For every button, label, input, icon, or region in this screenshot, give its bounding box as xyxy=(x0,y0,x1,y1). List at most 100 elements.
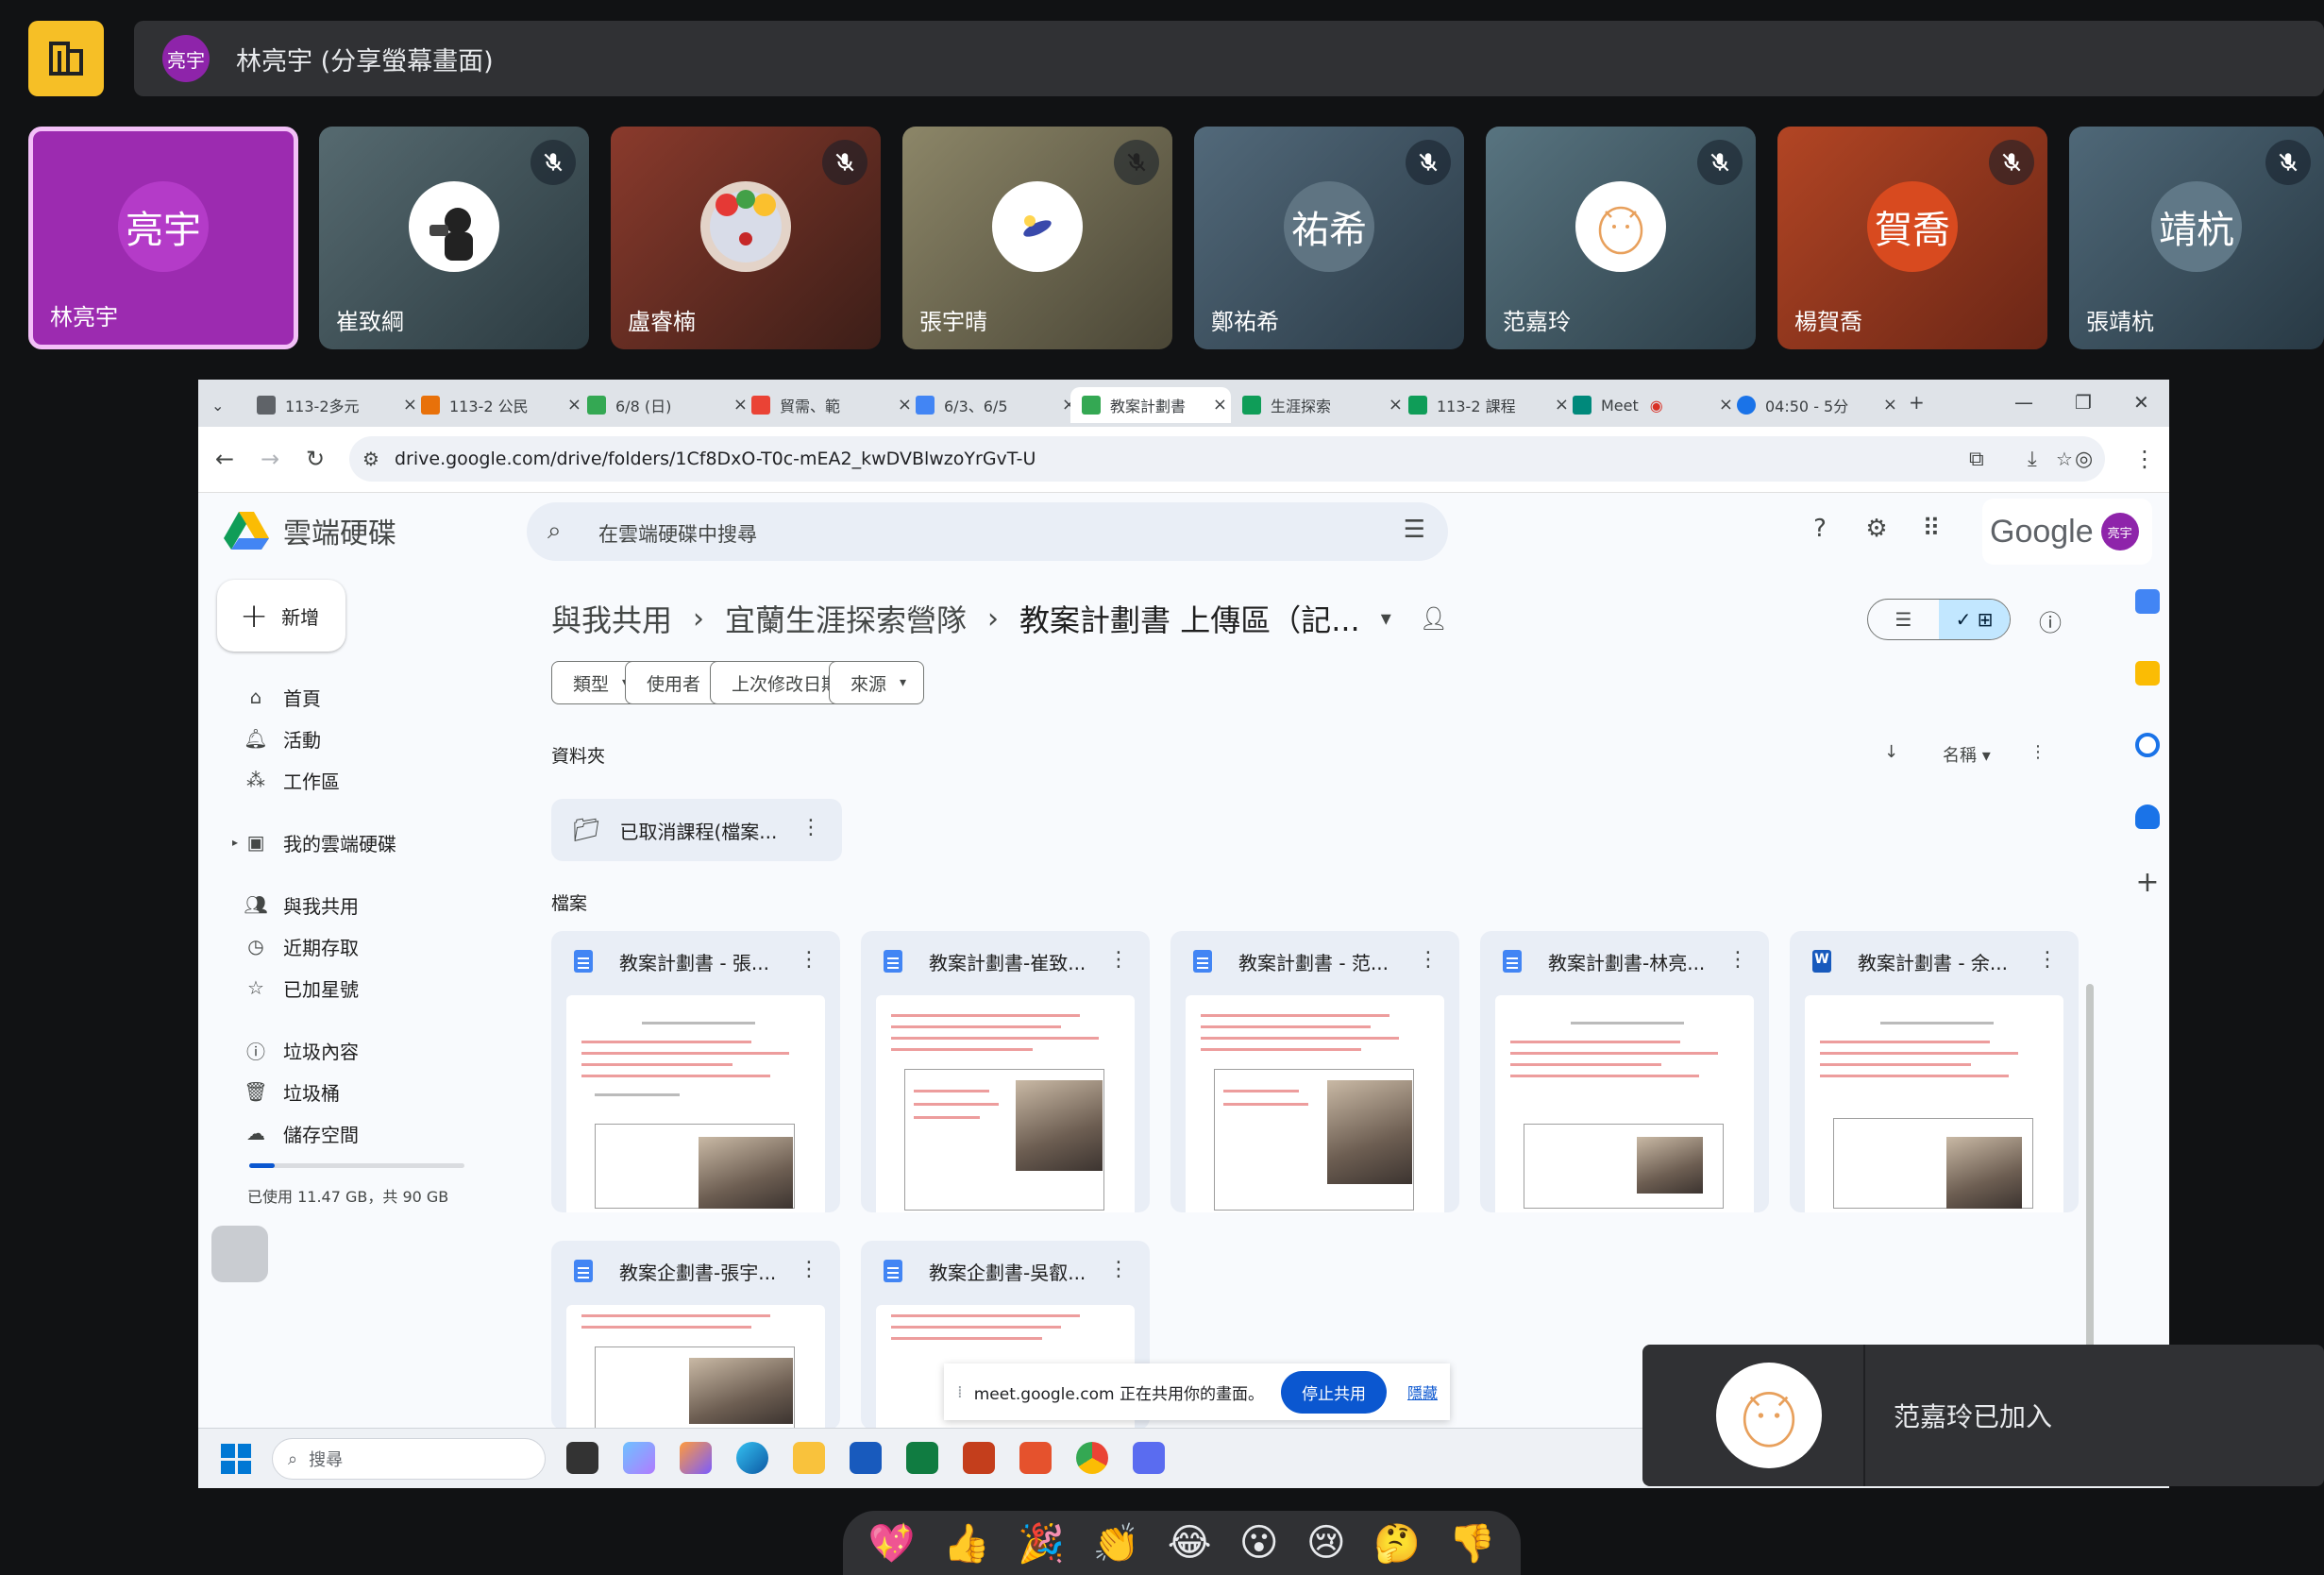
drive-logo[interactable]: 雲端硬碟 xyxy=(223,510,396,551)
keep-icon[interactable] xyxy=(2135,661,2160,686)
sidebar-item-home[interactable]: ⌂ 首頁 xyxy=(242,680,321,714)
file-card[interactable]: 教案計劃書-崔致... ⋮ xyxy=(861,931,1150,1212)
close-icon[interactable]: × xyxy=(1555,395,1569,415)
reaction-thinking-button[interactable]: 🤔 xyxy=(1373,1521,1421,1566)
contacts-icon[interactable] xyxy=(2135,804,2160,829)
grid-view-icon[interactable]: ✓ ⊞ xyxy=(1939,600,2010,639)
word-icon[interactable] xyxy=(850,1442,882,1474)
participant-tile[interactable]: 崔致綱 xyxy=(319,127,589,349)
participant-tile[interactable]: 祐希 鄭祐希 xyxy=(1194,127,1464,349)
more-options-icon[interactable]: ⋮ xyxy=(2037,948,2058,972)
participant-tile[interactable]: 張宇晴 xyxy=(902,127,1172,349)
extensions-icon[interactable]: ⧉ xyxy=(1969,448,1984,471)
reaction-thumbs-up-button[interactable]: 👍 xyxy=(943,1521,990,1566)
reaction-surprised-button[interactable]: 😮 xyxy=(1239,1521,1279,1565)
stop-sharing-button[interactable]: 停止共用 xyxy=(1280,1370,1387,1414)
list-view-icon[interactable]: ☰ xyxy=(1868,600,1939,639)
new-button[interactable]: + 新增 xyxy=(217,580,345,652)
sublime-icon[interactable] xyxy=(1019,1442,1052,1474)
search-options-icon[interactable]: ☰ xyxy=(1404,516,1425,544)
file-card[interactable]: W 教案計劃書 - 余... ⋮ xyxy=(1790,931,2079,1212)
hide-link[interactable]: 隱藏 xyxy=(1407,1380,1438,1403)
participant-tile[interactable]: 范嘉玲 xyxy=(1486,127,1756,349)
sidebar-item-recent[interactable]: ◷ 近期存取 xyxy=(242,929,359,963)
more-options-icon[interactable]: ⋮ xyxy=(1108,1258,1129,1281)
chevron-down-icon[interactable]: ▾ xyxy=(1381,607,1391,631)
excel-icon[interactable] xyxy=(906,1442,938,1474)
browser-tab[interactable]: 113-2 公民 × xyxy=(421,387,585,423)
back-icon[interactable]: ← xyxy=(215,446,234,472)
close-icon[interactable]: × xyxy=(898,395,912,415)
reaction-thumbs-down-button[interactable]: 👎 xyxy=(1448,1521,1495,1566)
taskbar-search-input[interactable]: ⌕ 搜尋 xyxy=(272,1438,546,1480)
sidebar-item-workspaces[interactable]: ⁂ 工作區 xyxy=(242,763,340,797)
participant-tile[interactable]: 賀喬 楊賀喬 xyxy=(1777,127,2047,349)
breadcrumb-item[interactable]: 宜蘭生涯探索營隊 xyxy=(725,597,967,640)
meet-home-icon[interactable] xyxy=(28,21,104,96)
omnibox[interactable]: ⚙ drive.google.com/drive/folders/1Cf8DxO… xyxy=(349,436,2105,482)
browser-tab[interactable]: 04:50 - 5分 × xyxy=(1737,387,1901,423)
sidebar-item-my-drive[interactable]: ▸ ▣ 我的雲端硬碟 xyxy=(232,825,396,859)
more-options-icon[interactable]: ⋮ xyxy=(1418,948,1439,972)
shared-people-icon[interactable]: 👤︎ xyxy=(1420,605,1448,632)
participant-tile[interactable]: 靖杭 張靖杭 xyxy=(2069,127,2324,349)
close-icon[interactable]: × xyxy=(1719,395,1733,415)
chrome-icon[interactable] xyxy=(1076,1442,1108,1474)
feedback-app-icon[interactable] xyxy=(1133,1442,1165,1474)
more-options-icon[interactable]: ⋮ xyxy=(799,1258,819,1281)
close-icon[interactable]: × xyxy=(1883,395,1897,415)
profile-icon[interactable]: ◎ xyxy=(2075,448,2093,471)
close-icon[interactable]: × xyxy=(1213,395,1227,415)
bookmark-star-icon[interactable]: ☆ xyxy=(2056,448,2073,470)
plus-icon[interactable]: + xyxy=(2135,869,2160,897)
filter-chip-source[interactable]: 來源 ▾ xyxy=(829,661,925,704)
minimize-button[interactable]: — xyxy=(2014,391,2033,414)
windows-start-icon[interactable] xyxy=(221,1444,251,1474)
copilot-icon[interactable] xyxy=(623,1442,655,1474)
file-card[interactable]: 教案計劃書 - 張... ⋮ xyxy=(551,931,840,1212)
reaction-sad-button[interactable]: 😢 xyxy=(1306,1521,1346,1565)
sidebar-item-spam[interactable]: ⓘ 垃圾內容 xyxy=(242,1033,359,1067)
reaction-sparkling-heart-button[interactable]: 💖 xyxy=(868,1521,916,1566)
gear-icon[interactable]: ⚙ xyxy=(1860,512,1894,546)
drag-handle-icon[interactable]: ⁞ xyxy=(957,1382,963,1402)
breadcrumb-item[interactable]: 與我共用 xyxy=(551,597,672,640)
browser-tab-active[interactable]: 教案計劃書 × xyxy=(1070,387,1231,423)
file-card[interactable]: 教案計劃書 - 范... ⋮ xyxy=(1170,931,1459,1212)
more-options-icon[interactable]: ⋮ xyxy=(800,816,821,839)
browser-tab[interactable]: 貿需、範 × xyxy=(751,387,916,423)
task-view-icon[interactable] xyxy=(566,1442,598,1474)
more-options-icon[interactable]: ⋮ xyxy=(2029,742,2046,762)
site-info-icon[interactable]: ⚙ xyxy=(362,448,379,470)
browser-tab[interactable]: 6/8 (日) × xyxy=(587,387,751,423)
close-icon[interactable]: × xyxy=(403,395,417,415)
browser-tab[interactable]: 113-2 課程 × xyxy=(1408,387,1573,423)
expand-caret-icon[interactable]: ▸ xyxy=(232,836,238,849)
info-icon[interactable]: ⓘ xyxy=(2039,604,2062,637)
close-icon[interactable]: × xyxy=(567,395,581,415)
file-card[interactable]: 教案企劃書-張宇... ⋮ xyxy=(551,1241,840,1430)
tab-search-button[interactable]: ⌄ xyxy=(211,387,224,423)
search-input[interactable]: ⌕ 在雲端硬碟中搜尋 ☰ xyxy=(527,502,1448,561)
forward-icon[interactable]: → xyxy=(261,446,279,472)
reaction-clap-button[interactable]: 👏 xyxy=(1092,1521,1139,1566)
apps-grid-icon[interactable]: ⠿ xyxy=(1914,512,1948,546)
browser-tab[interactable]: Meet ◉ × xyxy=(1573,387,1737,423)
help-icon[interactable]: ? xyxy=(1803,512,1837,546)
close-icon[interactable]: × xyxy=(733,395,748,415)
reload-icon[interactable]: ↻ xyxy=(306,446,325,472)
new-tab-button[interactable]: + xyxy=(1909,391,1925,414)
close-icon[interactable]: × xyxy=(1389,395,1403,415)
powerpoint-icon[interactable] xyxy=(963,1442,995,1474)
reaction-party-button[interactable]: 🎉 xyxy=(1018,1521,1065,1566)
sidebar-item-trash[interactable]: 🗑︎ 垃圾桶 xyxy=(242,1075,340,1109)
participant-tile[interactable]: 盧睿楠 xyxy=(611,127,881,349)
sort-direction-icon[interactable]: ↓ xyxy=(1884,742,1898,762)
download-icon[interactable]: ⤓ xyxy=(2028,448,2037,471)
close-window-button[interactable]: ✕ xyxy=(2133,391,2149,414)
sidebar-item-starred[interactable]: ☆ 已加星號 xyxy=(242,971,359,1005)
folder-item[interactable]: 📁︎ 已取消課程(檔案... ⋮ xyxy=(551,799,842,861)
browser-tab[interactable]: 生涯探索 × xyxy=(1242,387,1406,423)
calendar-icon[interactable] xyxy=(2135,589,2160,614)
file-card[interactable]: 教案計劃書-林亮... ⋮ xyxy=(1480,931,1769,1212)
